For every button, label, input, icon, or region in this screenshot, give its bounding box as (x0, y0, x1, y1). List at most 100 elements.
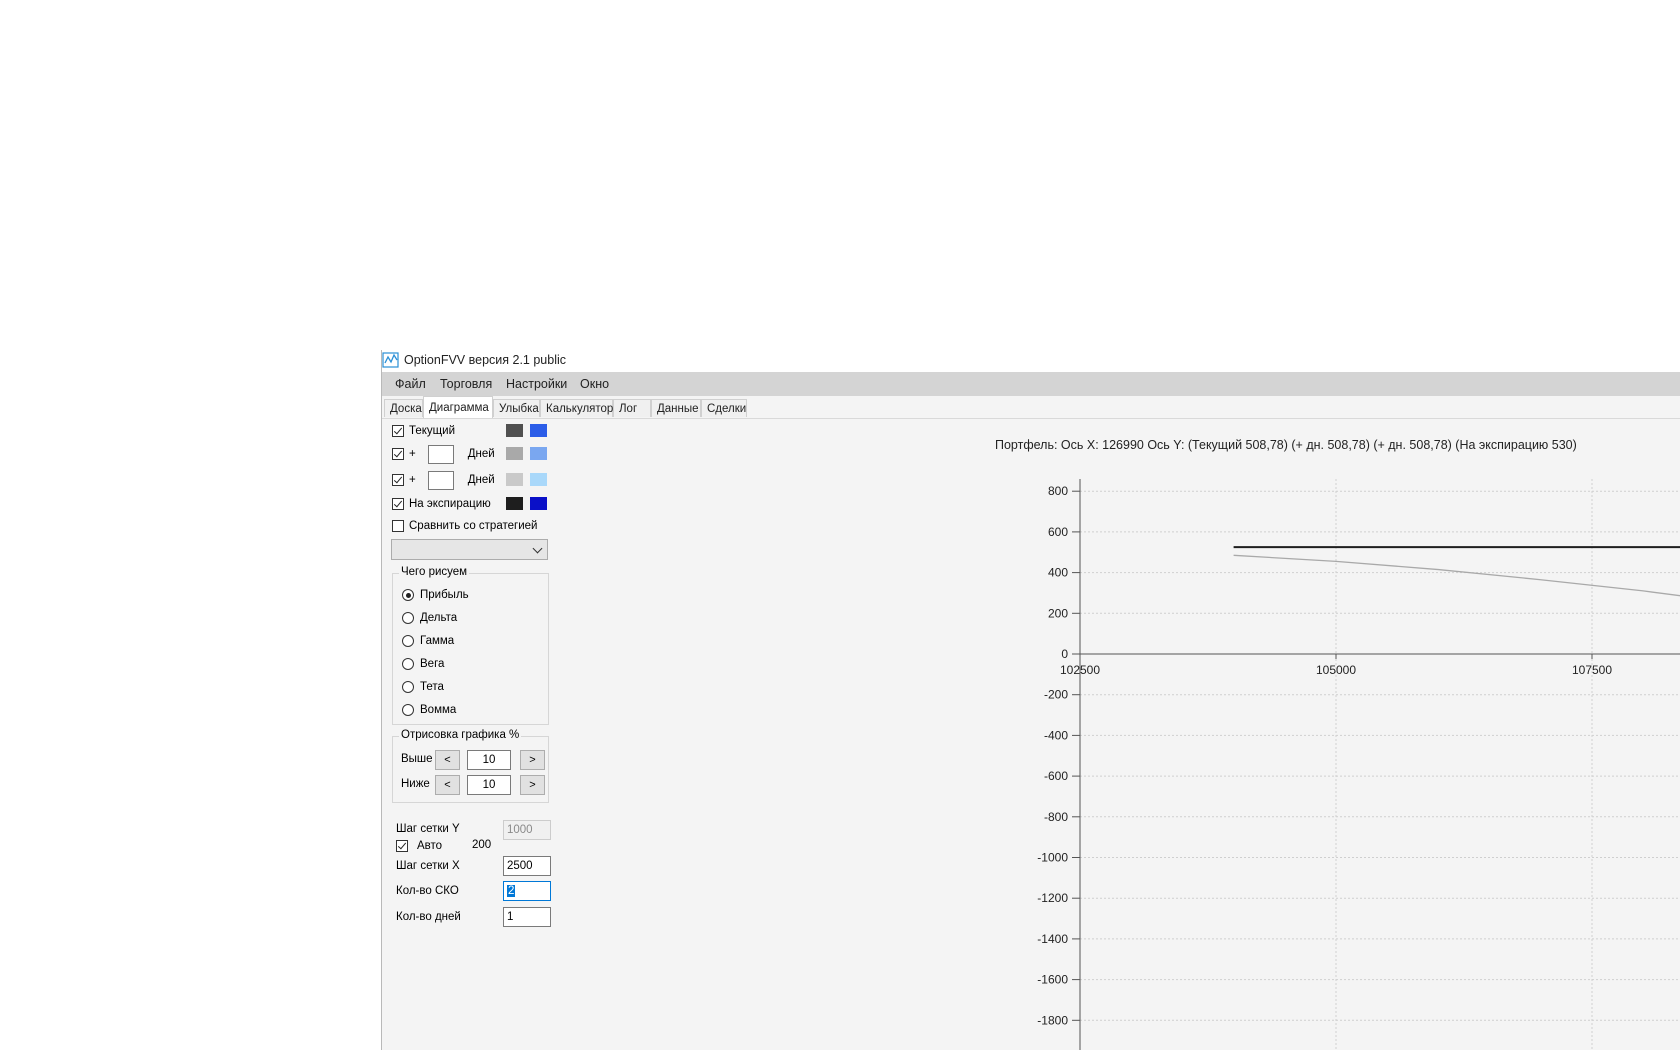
menu-bar: Файл Торговля Настройки Окно (382, 372, 1680, 396)
draw-type-group: Чего рисуем Прибыль Дельта Гамма Вега Те… (392, 566, 549, 725)
draw-type-title: Чего рисуем (399, 566, 470, 578)
strategy-dropdown[interactable] (391, 539, 548, 560)
plus2-color-2[interactable] (530, 473, 547, 486)
tab-board[interactable]: Доска (384, 399, 423, 417)
y-tick-label: -600 (1044, 769, 1068, 783)
x-tick-label: 105000 (1316, 663, 1356, 677)
x-step-input[interactable]: 2500 (503, 856, 551, 876)
below-increase-button[interactable]: > (520, 775, 545, 795)
plus1-color-2[interactable] (530, 447, 547, 460)
expiration-checkbox[interactable] (392, 498, 404, 510)
menu-trading[interactable]: Торговля (440, 377, 492, 391)
plus1-color-1[interactable] (506, 447, 523, 460)
plus2-days-input[interactable] (427, 470, 454, 490)
plus2-sign: + (409, 474, 416, 486)
above-label: Выше (401, 753, 433, 765)
radio-vega-dot[interactable] (402, 658, 414, 670)
below-label: Ниже (401, 778, 430, 790)
compare-row: Сравнить со стратегией (392, 517, 537, 535)
payoff-chart[interactable]: 800 600 400 200 0 -200 -400 -600 -800 -1000 -1200 -… (622, 450, 1680, 1050)
radio-profit-label: Прибыль (420, 589, 469, 601)
plus2-checkbox[interactable] (392, 474, 404, 486)
radio-theta-label: Тета (420, 681, 444, 693)
days-count-input[interactable]: 1 (503, 907, 551, 927)
current-label: Текущий (409, 425, 455, 437)
menu-window[interactable]: Окно (580, 377, 609, 391)
sko-label: Кол-во СКО (396, 885, 459, 897)
below-decrease-button[interactable]: < (435, 775, 460, 795)
y-step-label: Шаг сетки Y (396, 823, 460, 835)
radio-vomma-dot[interactable] (402, 704, 414, 716)
y-tick-label: -1000 (1037, 851, 1068, 865)
menu-file[interactable]: Файл (395, 377, 426, 391)
tab-strip: Доска Диаграмма Улыбка Калькулятор Лог Д… (382, 396, 1680, 419)
plus1-days-input[interactable] (427, 444, 454, 464)
y-step-input[interactable]: 1000 (503, 820, 551, 840)
tab-data[interactable]: Данные (651, 399, 701, 417)
title-bar: OptionFVV версия 2.1 public (382, 350, 1680, 372)
x-tick-label: 102500 (1060, 663, 1100, 677)
plus2-color-1[interactable] (506, 473, 523, 486)
window-title: OptionFVV версия 2.1 public (404, 353, 566, 367)
tab-diagram[interactable]: Диаграмма (423, 396, 493, 418)
radio-vega-label: Вега (420, 658, 445, 670)
radio-vomma[interactable]: Вомма (402, 701, 456, 719)
above-value[interactable]: 10 (467, 750, 511, 770)
radio-vega[interactable]: Вега (402, 655, 444, 673)
above-increase-button[interactable]: > (520, 750, 545, 770)
radio-profit[interactable]: Прибыль (402, 586, 469, 604)
y-tick-label: 600 (1048, 525, 1068, 539)
days-count-label: Кол-во дней (396, 911, 461, 923)
above-decrease-button[interactable]: < (435, 750, 460, 770)
sko-input-value: 2 (507, 885, 516, 897)
expiration-label: На экспирацию (409, 498, 491, 510)
menu-settings[interactable]: Настройки (506, 377, 567, 391)
tab-smile[interactable]: Улыбка (493, 399, 540, 417)
current-color-1[interactable] (506, 424, 523, 437)
render-percent-group: Отрисовка графика % Выше < 10 > Ниже < 1… (392, 729, 549, 803)
radio-delta-dot[interactable] (402, 612, 414, 624)
y-tick-label: -400 (1044, 728, 1068, 742)
radio-delta-label: Дельта (420, 612, 458, 624)
sko-input[interactable]: 2 (503, 881, 551, 901)
y-tick-label: 400 (1048, 566, 1068, 580)
y-tick-label: -800 (1044, 810, 1068, 824)
render-percent-title: Отрисовка графика % (399, 729, 522, 741)
x-tick-label: 107500 (1572, 663, 1612, 677)
current-curve-row: Текущий (392, 422, 455, 440)
below-value[interactable]: 10 (467, 775, 511, 795)
chevron-down-icon (532, 543, 543, 554)
y-tick-label: -1400 (1037, 932, 1068, 946)
current-payoff-line (1233, 554, 1680, 597)
radio-profit-dot[interactable] (402, 589, 414, 601)
plus1-sign: + (409, 448, 416, 460)
plus-days-row-1: + Дней (392, 444, 495, 464)
tab-deals[interactable]: Сделки (701, 399, 747, 417)
auto-checkbox[interactable] (396, 840, 408, 852)
radio-gamma[interactable]: Гамма (402, 632, 454, 650)
y-tick-label: -1600 (1037, 973, 1068, 987)
expiration-payoff-line (1233, 546, 1680, 549)
radio-theta[interactable]: Тета (402, 678, 444, 696)
radio-gamma-label: Гамма (420, 635, 455, 647)
app-window: OptionFVV версия 2.1 public Файл Торговл… (381, 350, 1680, 1050)
x-step-label: Шаг сетки X (396, 860, 460, 872)
tab-log[interactable]: Лог (613, 399, 651, 417)
current-color-2[interactable] (530, 424, 547, 437)
radio-theta-dot[interactable] (402, 681, 414, 693)
plus2-days-label: Дней (467, 474, 495, 486)
plus-days-row-2: + Дней (392, 470, 495, 490)
plus1-days-label: Дней (467, 448, 495, 460)
radio-delta[interactable]: Дельта (402, 609, 457, 627)
plus1-checkbox[interactable] (392, 448, 404, 460)
expiration-color-2[interactable] (530, 497, 547, 510)
tab-calculator[interactable]: Калькулятор (540, 399, 613, 417)
current-checkbox[interactable] (392, 425, 404, 437)
radio-gamma-dot[interactable] (402, 635, 414, 647)
auto-label: Авто (417, 840, 443, 852)
app-chart-icon (382, 352, 399, 368)
y-tick-label: 200 (1048, 606, 1068, 620)
compare-checkbox[interactable] (392, 520, 404, 532)
expiration-color-1[interactable] (506, 497, 523, 510)
auto-value: 200 (472, 839, 492, 851)
